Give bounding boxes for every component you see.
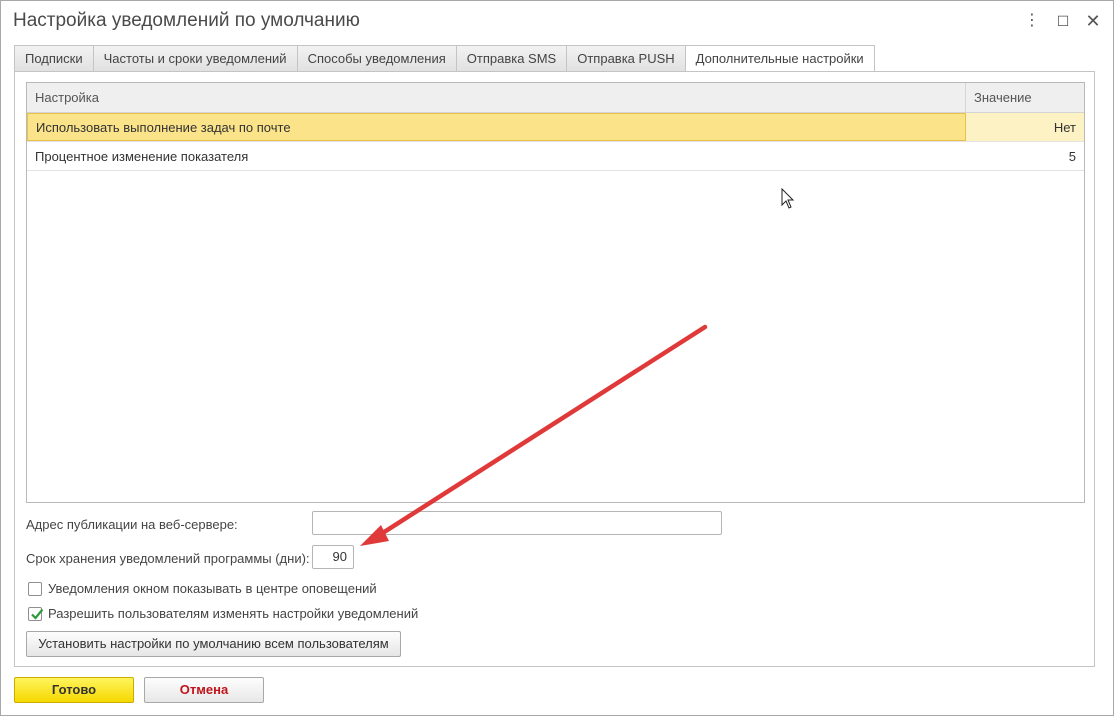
cell-setting[interactable]: Использовать выполнение задач по почте xyxy=(27,113,966,141)
cell-value[interactable]: 5 xyxy=(966,142,1084,170)
table-header: Настройка Значение xyxy=(27,83,1084,113)
table-row[interactable]: Процентное изменение показателя 5 xyxy=(27,142,1084,171)
window-title: Настройка уведомлений по умолчанию xyxy=(13,10,360,31)
column-header-setting[interactable]: Настройка xyxy=(27,83,966,112)
center-notifications-checkbox[interactable] xyxy=(28,582,42,596)
publish-address-label: Адрес публикации на веб-сервере: xyxy=(26,517,238,532)
retention-days-field[interactable]: 90 xyxy=(312,545,354,569)
dialog-window: Настройка уведомлений по умолчанию ⋮ ☐ ✕… xyxy=(0,0,1114,716)
center-notifications-label[interactable]: Уведомления окном показывать в центре оп… xyxy=(48,581,377,596)
tab-methods[interactable]: Способы уведомления xyxy=(296,45,456,72)
maximize-icon[interactable]: ☐ xyxy=(1053,11,1073,31)
done-button[interactable]: Готово xyxy=(14,677,134,703)
tab-push[interactable]: Отправка PUSH xyxy=(566,45,685,72)
settings-table[interactable]: Настройка Значение Использовать выполнен… xyxy=(26,82,1085,503)
tab-panel: Настройка Значение Использовать выполнен… xyxy=(14,71,1095,667)
tab-additional-settings[interactable]: Дополнительные настройки xyxy=(684,45,875,73)
cell-setting[interactable]: Процентное изменение показателя xyxy=(27,142,966,170)
retention-label: Срок хранения уведомлений программы (дни… xyxy=(26,551,310,566)
cell-value[interactable]: Нет xyxy=(966,113,1084,141)
table-row[interactable]: Использовать выполнение задач по почте Н… xyxy=(27,113,1084,142)
tab-subscriptions[interactable]: Подписки xyxy=(14,45,93,72)
close-icon[interactable]: ✕ xyxy=(1083,11,1103,31)
set-defaults-button[interactable]: Установить настройки по умолчанию всем п… xyxy=(26,631,401,657)
column-header-value[interactable]: Значение xyxy=(966,83,1084,112)
allow-users-label[interactable]: Разрешить пользователям изменять настрой… xyxy=(48,606,418,621)
more-vertical-icon[interactable]: ⋮ xyxy=(1022,11,1042,31)
checkmark-icon xyxy=(31,608,44,620)
allow-users-checkbox[interactable] xyxy=(28,607,44,621)
tab-frequencies[interactable]: Частоты и сроки уведомлений xyxy=(92,45,297,72)
cancel-button[interactable]: Отмена xyxy=(144,677,264,703)
tab-bar: Подписки Частоты и сроки уведомлений Спо… xyxy=(14,45,875,73)
tab-sms[interactable]: Отправка SMS xyxy=(455,45,567,72)
publish-address-field[interactable] xyxy=(312,511,722,535)
